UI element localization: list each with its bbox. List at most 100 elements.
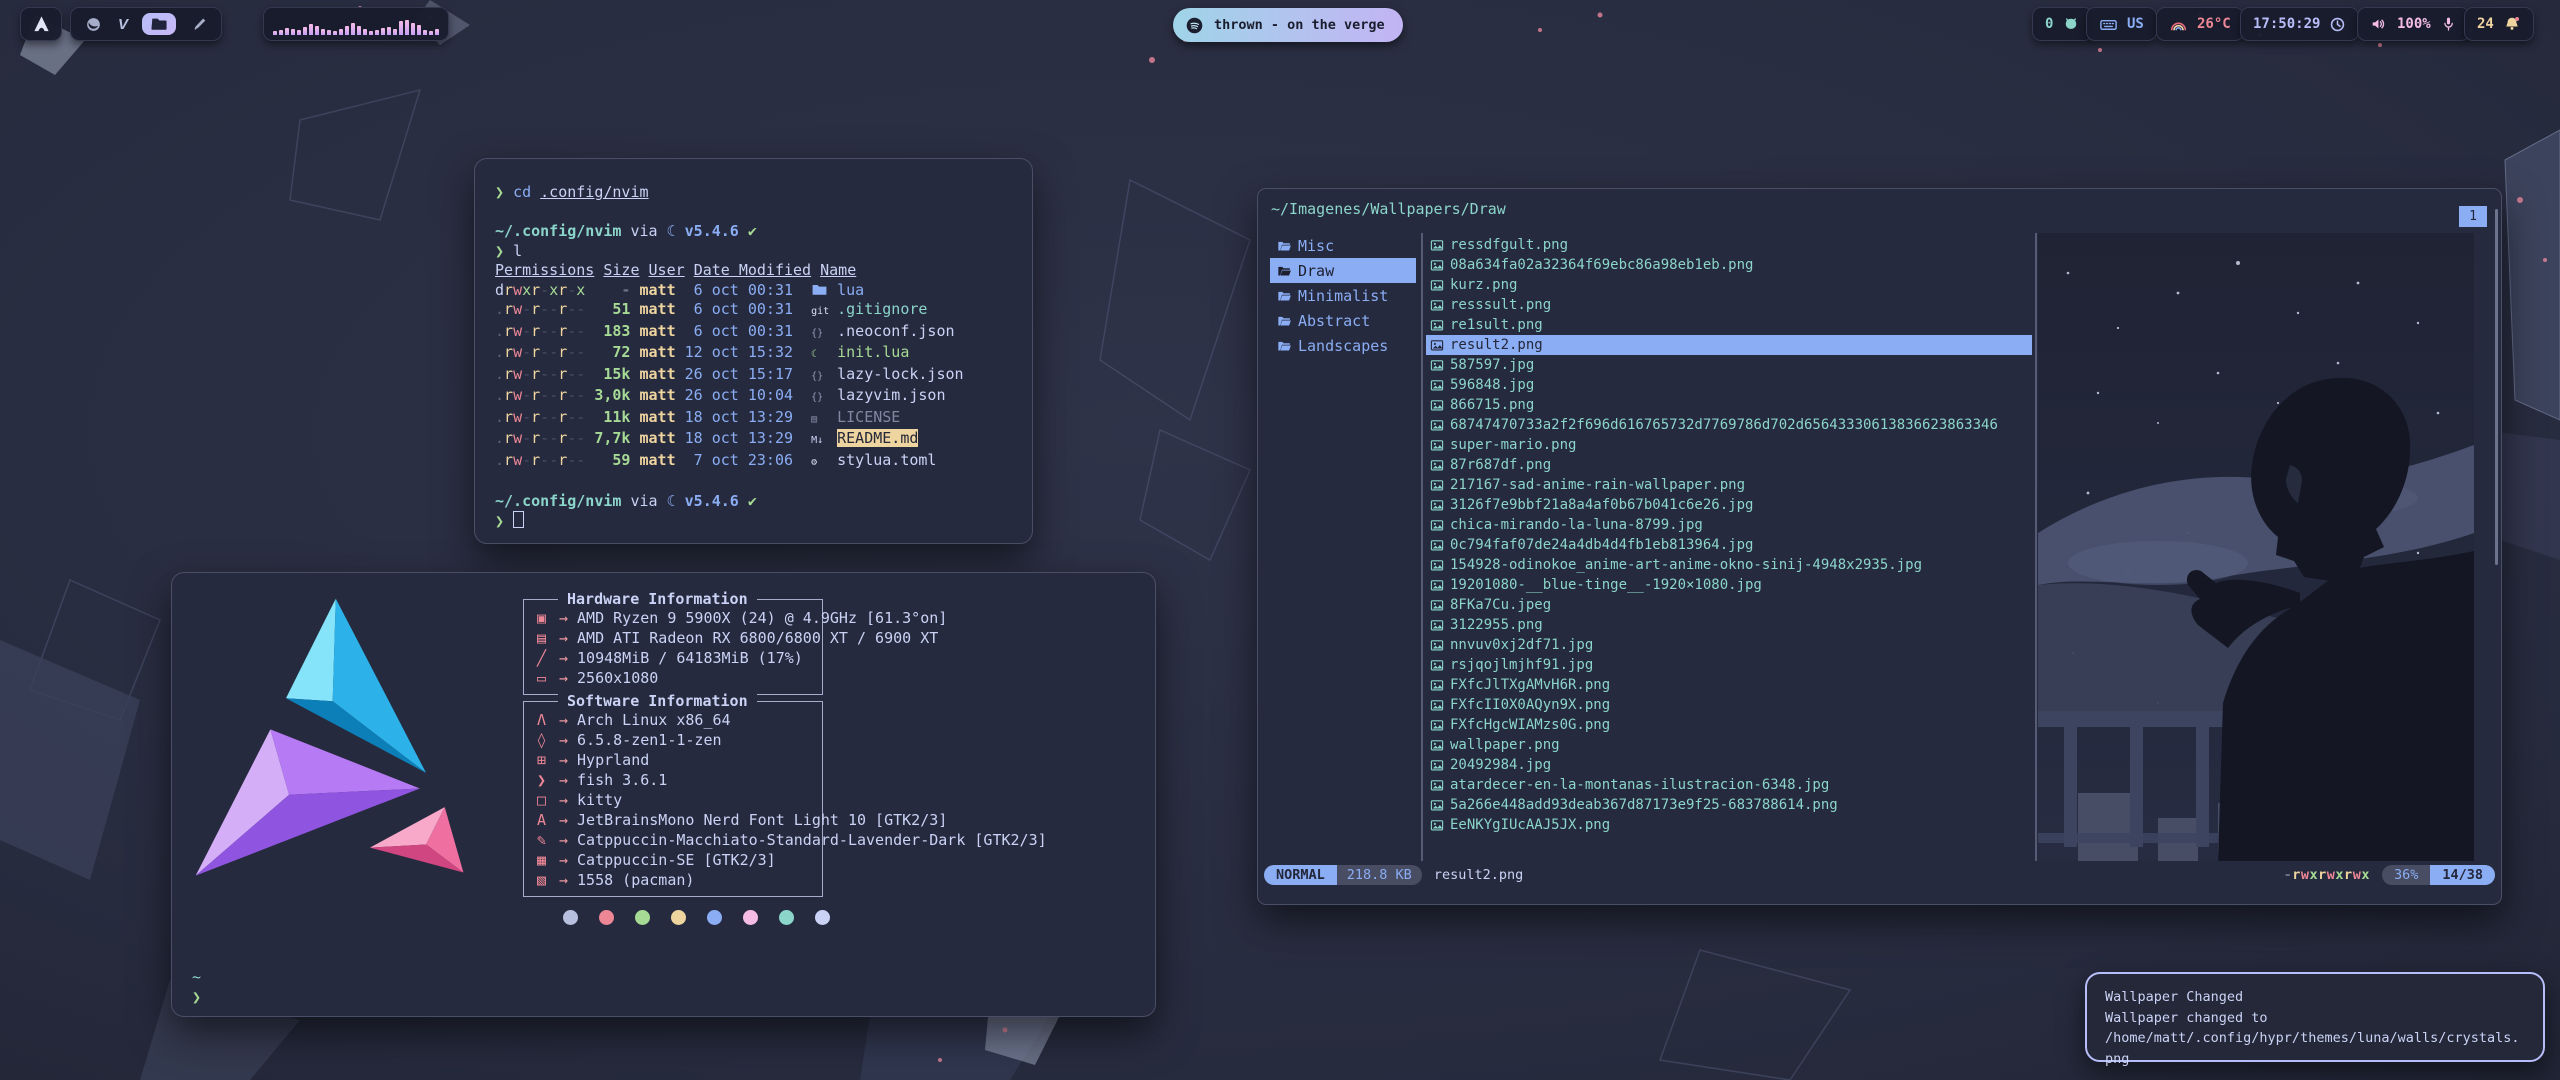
sidebar-folder-draw[interactable]: Draw — [1270, 258, 1416, 283]
terminal-command-line: ❯ cd .config/nvim — [495, 183, 1032, 203]
perm-char: . — [495, 408, 504, 426]
file-row[interactable]: atardecer-en-la-montanas-ilustracion-634… — [1426, 775, 2032, 795]
file-date: 6 oct 00:31 — [685, 281, 793, 299]
file-date: 26 oct 15:17 — [685, 365, 793, 383]
perm-char: - — [522, 408, 531, 426]
perm-char: d — [495, 281, 504, 299]
perm-char: r — [504, 343, 513, 361]
image-icon — [1430, 738, 1444, 752]
software-rows: Λ→Arch Linux x86_64◊→6.5.8-zen1-1-zen⊞→H… — [537, 710, 822, 890]
arrow-icon: → — [559, 871, 577, 889]
file-row[interactable]: 8FKa7Cu.jpeg — [1426, 595, 2032, 615]
file-row[interactable]: 87r687df.png — [1426, 455, 2032, 475]
file-date: 6 oct 00:31 — [685, 300, 793, 318]
keyboard-layout-module[interactable]: US — [2086, 7, 2157, 41]
file-row[interactable]: EeNKYgIUcAAJ5JX.png — [1426, 815, 2032, 835]
tab-badge[interactable]: 1 — [2459, 206, 2487, 227]
fetch-value: AMD Ryzen 9 5900X (24) @ 4.9GHz [61.3°on… — [577, 609, 947, 627]
brush-icon — [190, 16, 207, 33]
file-row[interactable]: 19201080-__blue-tinge__-1920×1080.jpg — [1426, 575, 2032, 595]
file-row[interactable]: 154928-odinokoe_anime-art-anime-okno-sin… — [1426, 555, 2032, 575]
perm-char: w — [513, 343, 522, 361]
file-user: matt — [640, 451, 676, 469]
file-row[interactable]: 587597.jpg — [1426, 355, 2032, 375]
file-row[interactable]: 217167-sad-anime-rain-wallpaper.png — [1426, 475, 2032, 495]
file-row[interactable]: kurz.png — [1426, 275, 2032, 295]
sidebar-folder-landscapes[interactable]: Landscapes — [1270, 333, 1416, 358]
image-icon — [1430, 718, 1444, 732]
image-icon — [1430, 598, 1444, 612]
perm-char: - — [549, 365, 558, 383]
file-row[interactable]: 68747470733a2f2f696d616765732d7769786d70… — [1426, 415, 2032, 435]
file-row[interactable]: wallpaper.png — [1426, 735, 2032, 755]
image-icon — [1430, 578, 1444, 592]
visualizer-bar — [405, 20, 409, 35]
file-row[interactable]: rsjqojlmjhf91.jpg — [1426, 655, 2032, 675]
file-row[interactable]: re1sult.png — [1426, 315, 2032, 335]
file-row[interactable]: FXfcHgcWIAMzs0G.png — [1426, 715, 2032, 735]
file-name: 587597.jpg — [1450, 357, 1534, 373]
perm-char: r — [558, 322, 567, 340]
notifications-module[interactable]: 24 — [2464, 7, 2534, 41]
file-row[interactable]: 5a266e448add93deab367d87173e9f25-6837886… — [1426, 795, 2032, 815]
file-row[interactable]: chica-mirando-la-luna-8799.jpg — [1426, 515, 2032, 535]
file-row[interactable]: 20492984.jpg — [1426, 755, 2032, 775]
notification-toast[interactable]: Wallpaper Changed Wallpaper changed to /… — [2085, 972, 2545, 1062]
launcher-button[interactable] — [20, 7, 62, 41]
file-name: 0c794faf07de24a4db4d4fb1eb813964.jpg — [1450, 537, 1753, 553]
file-row[interactable]: super-mario.png — [1426, 435, 2032, 455]
terminal-prompt-line[interactable]: ❯ — [495, 511, 1032, 532]
sidebar-folder-abstract[interactable]: Abstract — [1270, 308, 1416, 333]
file-row[interactable]: 08a634fa02a32364f69ebc86a98eb1eb.png — [1426, 255, 2032, 275]
file-row[interactable]: 596848.jpg — [1426, 375, 2032, 395]
os-icon: Λ — [537, 710, 559, 730]
updates-module[interactable]: 0 — [2032, 7, 2093, 41]
perm-char: - — [522, 365, 531, 383]
file-row[interactable]: 3122955.png — [1426, 615, 2032, 635]
visualizer-bar — [273, 31, 277, 35]
listing-row: .rw-r--r-- 51 matt 6 oct 00:31 git .giti… — [495, 300, 1032, 322]
cpu-icon: ▣ — [537, 608, 559, 628]
file-row[interactable]: FXfcJlTXgAMvH6R.png — [1426, 675, 2032, 695]
perm-char: - — [522, 451, 531, 469]
file-row[interactable]: resssult.png — [1426, 295, 2032, 315]
perm-char: x — [549, 281, 558, 299]
fetch-window: Hardware Information ▣→AMD Ryzen 9 5900X… — [171, 572, 1156, 1017]
visualizer-bar — [357, 26, 361, 35]
file-row[interactable]: nnvuv0xj2df71.jpg — [1426, 635, 2032, 655]
clock-module[interactable]: 17:50:29 — [2240, 7, 2359, 41]
sidebar-folder-minimalist[interactable]: Minimalist — [1270, 283, 1416, 308]
file-name: ressdfgult.png — [1450, 237, 1568, 253]
file-user: matt — [640, 343, 676, 361]
audio-module[interactable]: 100% — [2357, 7, 2470, 41]
file-row[interactable]: 3126f7e9bbf21a8a4af0b67b041c6e26.jpg — [1426, 495, 2032, 515]
palette-dot — [743, 910, 758, 925]
file-row[interactable]: result2.png — [1426, 335, 2032, 355]
file-row[interactable]: 866715.png — [1426, 395, 2032, 415]
file-row[interactable]: 0c794faf07de24a4db4d4fb1eb813964.jpg — [1426, 535, 2032, 555]
fetch-value: AMD ATI Radeon RX 6800/6800 XT / 6900 XT — [577, 629, 938, 647]
fetch-value: Catppuccin-SE [GTK2/3] — [577, 851, 776, 869]
image-icon — [1430, 358, 1444, 372]
visualizer-bar — [345, 26, 349, 35]
file-row[interactable]: ressdfgult.png — [1426, 235, 2032, 255]
visualizer-module[interactable] — [263, 7, 449, 41]
scrollbar-thumb[interactable] — [2495, 209, 2498, 565]
media-player-pill[interactable]: thrown - on the verge — [1173, 8, 1403, 42]
perm-char: r — [531, 451, 540, 469]
workspace-brush[interactable] — [188, 14, 209, 35]
perm-char: r — [558, 365, 567, 383]
sidebar-folder-misc[interactable]: Misc — [1270, 233, 1416, 258]
workspace-vim[interactable]: V — [116, 14, 130, 35]
folder-icon — [811, 281, 828, 299]
terminal-listing: Permissions Size User Date Modified Name… — [495, 261, 1032, 472]
workspace-firefox[interactable] — [83, 14, 104, 35]
listing-row: drwxr-xr-x - matt 6 oct 00:31 lua — [495, 281, 1032, 301]
workspace-files[interactable] — [142, 13, 176, 35]
terminal-cursor — [513, 511, 524, 528]
file-row[interactable]: FXfcII0X0AQyn9X.png — [1426, 695, 2032, 715]
weather-module[interactable]: 26°C — [2156, 7, 2244, 41]
perm-char: - — [576, 386, 585, 404]
file-name: wallpaper.png — [1450, 737, 1560, 753]
fetch-prompt[interactable]: ~ ❯ — [192, 967, 201, 1007]
